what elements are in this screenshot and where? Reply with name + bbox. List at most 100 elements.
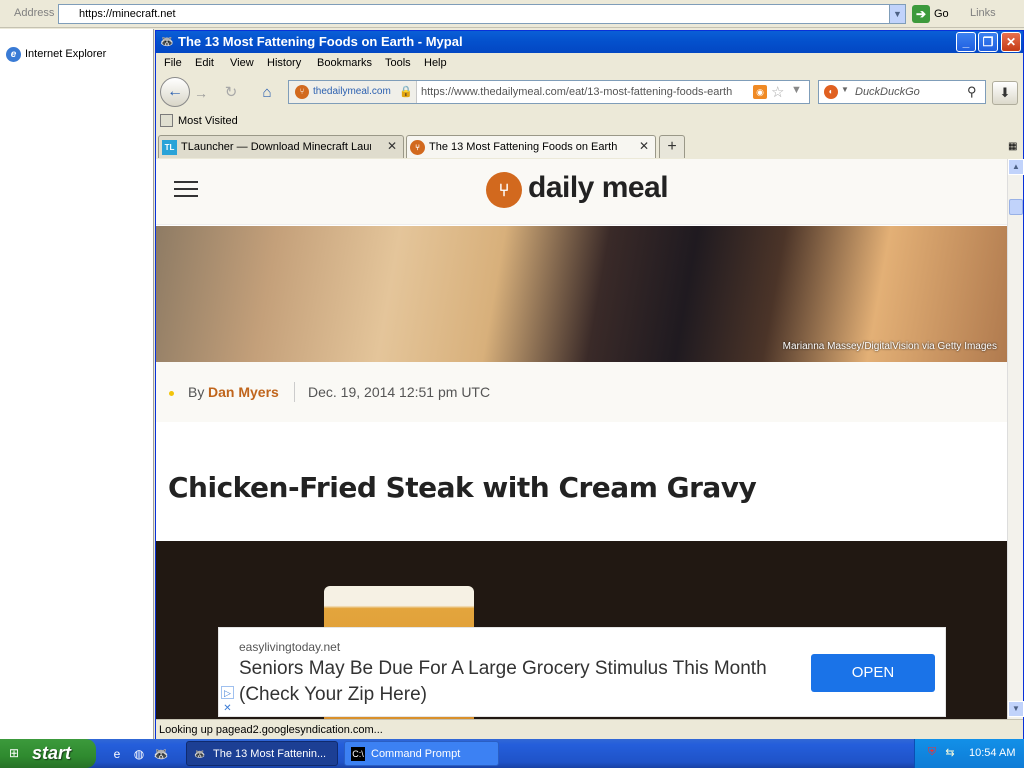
go-arrow-icon: ➔ — [912, 5, 930, 23]
daily-meal-favicon-icon: ⑂ — [410, 140, 425, 155]
ie-side-panel: e Internet Explorer — [0, 29, 154, 739]
hamburger-line — [174, 195, 198, 197]
ad-banner[interactable]: easylivingtoday.net Seniors May Be Due F… — [218, 627, 946, 717]
daily-meal-logo-icon[interactable]: ⑂ — [486, 172, 522, 208]
url-input[interactable]: ⑂ thedailymeal.com 🔒 https://www.thedail… — [288, 80, 810, 104]
tab-strip: TL TLauncher — Download Minecraft Launch… — [156, 133, 1023, 159]
menu-file[interactable]: File — [164, 57, 182, 69]
byline-dot — [169, 391, 174, 396]
quicklaunch-ie-icon[interactable]: e — [108, 745, 126, 763]
menu-bookmarks[interactable]: Bookmarks — [317, 57, 372, 69]
ad-source: easylivingtoday.net — [239, 640, 341, 654]
ad-text[interactable]: Seniors May Be Due For A Large Grocery S… — [239, 656, 799, 708]
network-icon[interactable]: ⇆ — [943, 746, 957, 760]
system-tray: ⛨ ⇆ 10:54 AM — [914, 739, 1024, 768]
ie-address-value: https://minecraft.net — [79, 8, 176, 20]
ie-address-input[interactable]: https://minecraft.net ▼ — [58, 4, 906, 24]
magnifier-icon[interactable]: ⚲ — [967, 84, 977, 100]
search-input[interactable]: ◐ ▼ DuckDuckGo ⚲ — [818, 80, 986, 104]
title-bar[interactable]: 🦝 The 13 Most Fattening Foods on Earth -… — [156, 31, 1023, 53]
tab-daily-meal[interactable]: ⑂ The 13 Most Fattening Foods on Earth ✕ — [406, 135, 656, 158]
menu-view[interactable]: View — [230, 57, 254, 69]
publish-date: Dec. 19, 2014 12:51 pm UTC — [308, 384, 491, 400]
hamburger-line — [174, 188, 198, 190]
article-heading: Chicken-Fried Steak with Cream Gravy — [168, 471, 757, 504]
scroll-up-icon[interactable]: ▲ — [1008, 159, 1024, 175]
menu-edit[interactable]: Edit — [195, 57, 214, 69]
hamburger-line — [174, 181, 198, 183]
close-tab-icon[interactable]: ✕ — [639, 139, 649, 153]
menu-bar: File Edit View History Bookmarks Tools H… — [156, 54, 1023, 74]
start-button[interactable]: ⊞ start — [0, 739, 96, 768]
site-favicon-icon: ⑂ — [295, 85, 309, 99]
site-header: ⑂ daily meal — [156, 159, 1007, 225]
bookmark-star-icon[interactable]: ☆ — [771, 83, 784, 101]
close-tab-icon[interactable]: ✕ — [387, 139, 397, 153]
quicklaunch-app-icon[interactable]: ◍ — [130, 745, 148, 763]
bookmarks-toolbar: Most Visited — [156, 111, 1023, 131]
back-arrow-icon[interactable]: ← — [160, 77, 190, 107]
taskbar-item-label: The 13 Most Fattenin... — [213, 748, 327, 760]
go-label: Go — [934, 8, 949, 20]
scroll-down-icon[interactable]: ▼ — [1008, 701, 1024, 717]
hero-image: Marianna Massey/DigitalVision via Getty … — [156, 226, 1007, 362]
clock[interactable]: 10:54 AM — [969, 747, 1015, 759]
ad-close-icon[interactable]: ✕ — [221, 702, 234, 715]
byline: By Dan Myers Dec. 19, 2014 12:51 pm UTC — [156, 362, 1007, 422]
internet-explorer-icon: e — [6, 47, 21, 62]
address-label: Address — [14, 7, 55, 19]
hamburger-menu-icon[interactable] — [174, 181, 198, 199]
quicklaunch-mypal-icon[interactable]: 🦝 — [152, 745, 170, 763]
duckduckgo-icon[interactable]: ◐ — [824, 85, 838, 99]
menu-help[interactable]: Help — [424, 57, 447, 69]
windows-flag-icon: ⊞ — [9, 746, 20, 760]
tab-list-icon[interactable]: ▦ — [1008, 141, 1017, 152]
bookmark-folder-icon — [160, 114, 173, 127]
restore-button[interactable]: ❐ — [978, 32, 998, 52]
taskbar-item-command-prompt[interactable]: C:\ Command Prompt — [344, 741, 499, 766]
most-visited-bookmark[interactable]: Most Visited — [178, 115, 238, 127]
menu-history[interactable]: History — [267, 57, 301, 69]
mypal-icon: 🦝 — [194, 749, 206, 759]
site-name: thedailymeal.com — [313, 86, 391, 97]
author-link[interactable]: Dan Myers — [208, 384, 279, 400]
image-credit: Marianna Massey/DigitalVision via Getty … — [782, 341, 997, 352]
tlauncher-icon: TL — [162, 140, 177, 155]
vertical-scrollbar[interactable]: ▲ ▼ — [1007, 159, 1024, 719]
forward-arrow-icon[interactable]: → — [190, 83, 212, 103]
menu-tools[interactable]: Tools — [385, 57, 411, 69]
rss-icon[interactable]: ◉ — [753, 85, 767, 99]
byline-separator — [294, 382, 295, 402]
browser-window: 🦝 The 13 Most Fattening Foods on Earth -… — [155, 30, 1024, 739]
search-placeholder: DuckDuckGo — [855, 86, 920, 98]
command-prompt-icon: C:\ — [351, 747, 365, 761]
chevron-down-icon[interactable]: ▼ — [791, 84, 802, 96]
chevron-down-icon[interactable]: ▼ — [889, 5, 905, 23]
ie-side-item-label[interactable]: Internet Explorer — [25, 48, 106, 60]
mypal-icon: 🦝 — [160, 36, 174, 48]
site-identity[interactable]: ⑂ thedailymeal.com 🔒 — [289, 81, 417, 103]
tab-tlauncher[interactable]: TL TLauncher — Download Minecraft Launch… — [158, 135, 404, 158]
ad-open-button[interactable]: OPEN — [811, 654, 935, 692]
tab-title: TLauncher — Download Minecraft Launch... — [181, 141, 371, 153]
new-tab-button[interactable]: + — [659, 135, 685, 158]
security-shield-icon[interactable]: ⛨ — [925, 746, 939, 760]
search-engine-dropdown-icon[interactable]: ▼ — [841, 85, 849, 94]
status-text: Looking up pagead2.googlesyndication.com… — [159, 724, 383, 736]
close-button[interactable]: ✕ — [1001, 32, 1021, 52]
reload-icon[interactable]: ↻ — [220, 82, 242, 104]
minimize-button[interactable]: _ — [956, 32, 976, 52]
window-title: The 13 Most Fattening Foods on Earth - M… — [178, 34, 463, 49]
byline-by: By — [188, 384, 205, 400]
taskbar-item-label: Command Prompt — [371, 748, 461, 760]
scrollbar-thumb[interactable] — [1009, 199, 1023, 215]
taskbar-item-browser[interactable]: 🦝 The 13 Most Fattenin... — [186, 741, 338, 766]
download-icon[interactable]: ⬇ — [992, 81, 1018, 105]
home-icon[interactable]: ⌂ — [254, 81, 280, 105]
lock-icon: 🔒 — [399, 86, 413, 98]
go-button[interactable]: ➔ Go — [912, 5, 962, 23]
status-bar: Looking up pagead2.googlesyndication.com… — [156, 719, 1023, 739]
ad-info-icon[interactable]: ▷ — [221, 686, 234, 699]
site-logo-text[interactable]: daily meal — [528, 171, 669, 205]
links-menu[interactable]: Links — [970, 7, 996, 19]
